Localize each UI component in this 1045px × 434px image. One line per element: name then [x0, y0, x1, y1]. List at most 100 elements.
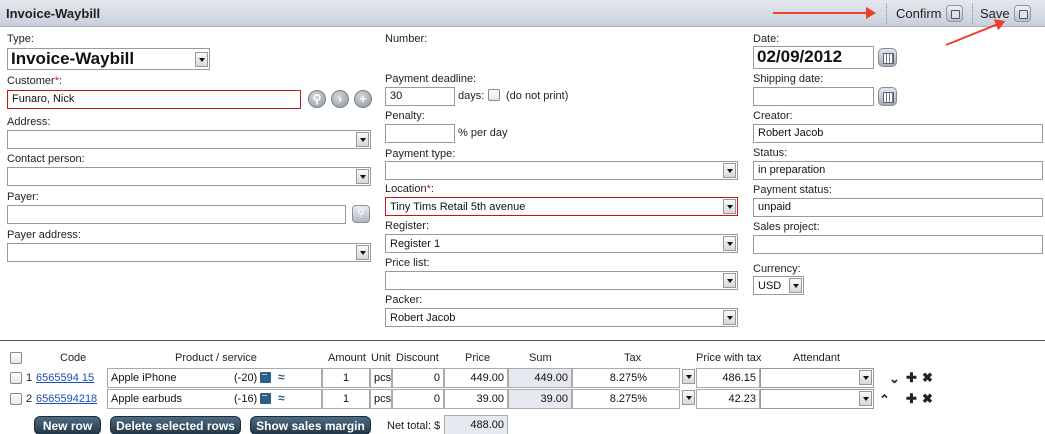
calendar-icon[interactable] [878, 48, 897, 67]
price-with-tax-cell[interactable]: 42.23 [696, 389, 760, 409]
column-header-amount: Amount [328, 352, 366, 364]
sum-cell: 39.00 [508, 389, 572, 409]
tax-cell[interactable]: 8.275% [572, 389, 680, 409]
attendant-select[interactable] [760, 389, 874, 409]
amount-cell[interactable]: 1 [322, 368, 370, 388]
payer-field[interactable] [7, 205, 346, 224]
penalty-field[interactable] [385, 124, 455, 143]
payment-deadline-field[interactable]: 30 [385, 87, 455, 106]
chevron-down-icon [356, 169, 369, 184]
row-checkbox[interactable] [10, 393, 22, 405]
sales-project-field[interactable] [753, 235, 1043, 254]
chevron-down-icon [789, 278, 802, 293]
price-cell[interactable]: 449.00 [444, 368, 508, 388]
product-code-link[interactable]: 6565594 15 [36, 372, 94, 384]
price-cell[interactable]: 39.00 [444, 389, 508, 409]
tax-dropdown[interactable] [680, 368, 696, 388]
column-header-sum: Sum [529, 352, 552, 364]
product-code-link[interactable]: 6565594218 [36, 393, 97, 405]
search-icon[interactable]: ⚲ [308, 90, 326, 108]
column-header-price-with-tax: Price with tax [696, 352, 762, 364]
add-row-icon[interactable]: ✚ [906, 392, 917, 405]
discount-cell[interactable]: 0 [392, 368, 444, 388]
new-row-button[interactable]: New row [34, 416, 101, 434]
product-cell[interactable]: Apple iPhone (-20) ≈ [107, 368, 322, 388]
status-field[interactable]: in preparation [753, 161, 1043, 180]
add-icon[interactable]: + [354, 90, 372, 108]
unit-cell[interactable]: pcs [370, 368, 392, 388]
currency-select[interactable]: USD [753, 276, 804, 295]
unit-cell[interactable]: pcs [370, 389, 392, 409]
type-select[interactable]: Invoice-Waybill [7, 48, 210, 70]
address-label: Address: [7, 116, 51, 128]
truck-icon[interactable]: ≈ [278, 391, 285, 405]
show-sales-margin-button[interactable]: Show sales margin [250, 416, 371, 434]
save-icon[interactable] [1014, 5, 1031, 22]
customer-field[interactable]: Funaro, Nick [7, 90, 301, 109]
confirm-button[interactable]: Confirm [896, 6, 942, 21]
register-select[interactable]: Register 1 [385, 234, 738, 253]
chevron-down-icon [723, 236, 736, 251]
creator-field[interactable]: Robert Jacob [753, 124, 1043, 143]
chevron-down-icon [723, 199, 736, 214]
location-select[interactable]: Tiny Tims Retail 5th avenue [385, 197, 738, 216]
contact-person-select[interactable] [7, 167, 371, 186]
stock-count: (-20) [234, 372, 258, 384]
section-divider [0, 340, 1045, 341]
tax-dropdown[interactable] [680, 389, 696, 409]
column-header-code: Code [60, 352, 87, 364]
column-header-tax: Tax [624, 352, 642, 364]
creator-label: Creator: [753, 110, 793, 122]
package-icon[interactable] [260, 393, 271, 404]
payer-address-label: Payer address: [7, 229, 81, 241]
column-header-unit: Unit [371, 352, 391, 364]
delete-row-icon[interactable]: ✖ [922, 371, 933, 384]
discount-cell[interactable]: 0 [392, 389, 444, 409]
do-not-print-checkbox[interactable] [488, 89, 500, 101]
attendant-select[interactable] [760, 368, 874, 388]
chevron-down-icon [723, 163, 736, 178]
days-label: days: [458, 90, 485, 102]
type-label: Type: [7, 33, 34, 45]
move-up-icon[interactable]: ⌃ [879, 393, 890, 406]
tax-cell[interactable]: 8.275% [572, 368, 680, 388]
add-row-icon[interactable]: ✚ [906, 371, 917, 384]
packer-select[interactable]: Robert Jacob [385, 308, 738, 327]
payment-status-field[interactable]: unpaid [753, 198, 1043, 217]
delete-row-icon[interactable]: ✖ [922, 392, 933, 405]
date-label: Date: [753, 33, 780, 45]
select-all-checkbox[interactable] [10, 352, 22, 364]
chevron-down-icon [195, 52, 208, 67]
product-cell[interactable]: Apple earbuds (-16) ≈ [107, 389, 322, 409]
chevron-down-icon [723, 310, 736, 325]
chevron-down-icon [356, 132, 369, 147]
annotation-arrow [773, 7, 876, 19]
date-field[interactable]: 02/09/2012 [753, 46, 874, 69]
chevron-down-icon [723, 273, 736, 288]
truck-icon[interactable]: ≈ [278, 370, 285, 384]
address-select[interactable] [7, 130, 371, 149]
package-icon[interactable] [260, 372, 271, 383]
shipping-date-field[interactable] [753, 87, 874, 106]
search-icon[interactable]: ⚲ [352, 205, 370, 223]
payer-label: Payer: [7, 191, 39, 203]
net-total-value: 488.00 [444, 415, 508, 434]
penalty-unit-label: % per day [458, 127, 508, 139]
window-title: Invoice-Waybill [6, 6, 101, 21]
payment-type-select[interactable] [385, 161, 738, 180]
arrow-right-icon[interactable]: › [331, 90, 349, 108]
calendar-icon[interactable] [878, 87, 897, 106]
do-not-print-label: (do not print) [506, 90, 569, 102]
payment-type-label: Payment type: [385, 148, 456, 160]
confirm-save-icon[interactable] [946, 5, 963, 22]
price-list-select[interactable] [385, 271, 738, 290]
column-header-product: Product / service [175, 352, 257, 364]
payment-deadline-label: Payment deadline: [385, 73, 477, 85]
chevron-down-icon [682, 390, 695, 405]
row-checkbox[interactable] [10, 372, 22, 384]
delete-selected-rows-button[interactable]: Delete selected rows [110, 416, 241, 434]
amount-cell[interactable]: 1 [322, 389, 370, 409]
move-down-icon[interactable]: ⌄ [889, 372, 900, 385]
price-with-tax-cell[interactable]: 486.15 [696, 368, 760, 388]
payer-address-select[interactable] [7, 243, 371, 262]
